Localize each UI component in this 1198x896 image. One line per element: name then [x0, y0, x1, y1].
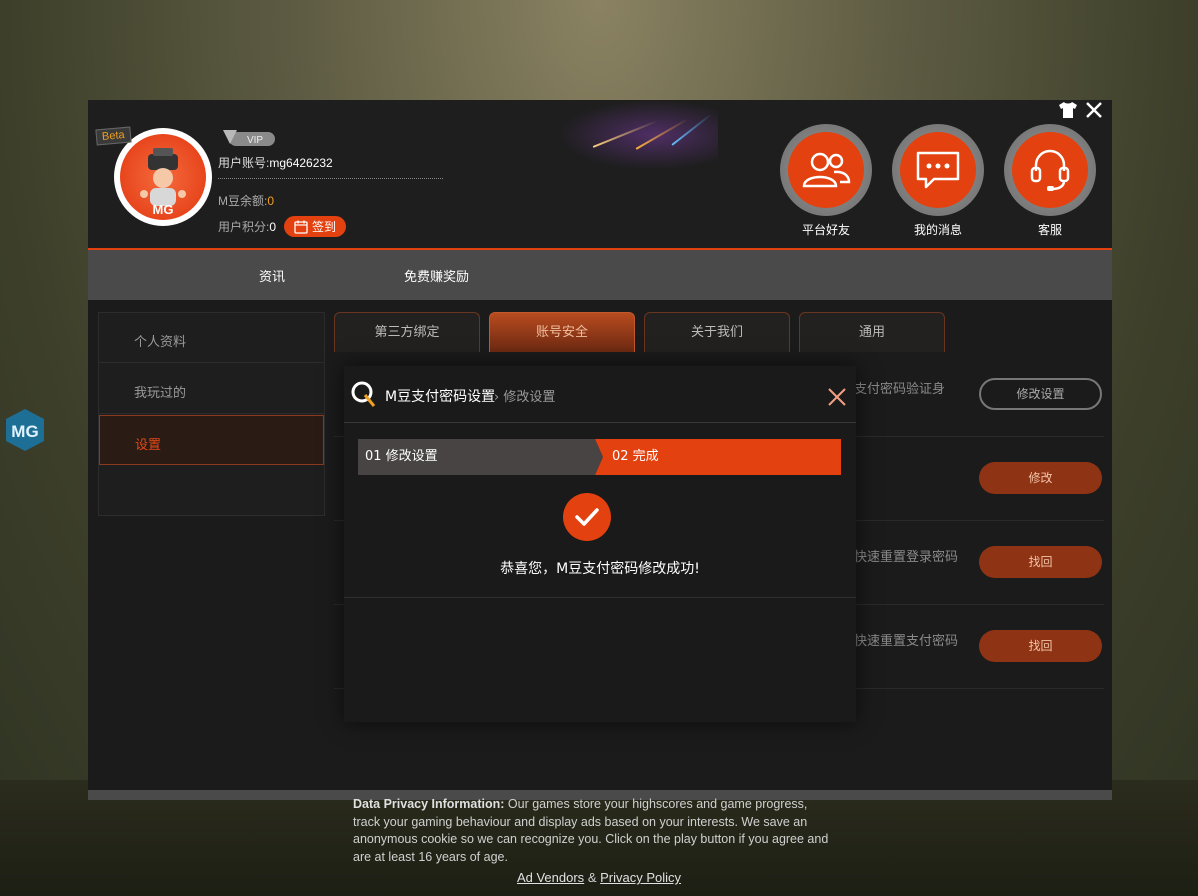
header-glow-decoration [558, 100, 718, 170]
points-label: 用户积分: [218, 220, 270, 234]
balance-label: M豆余额: [218, 194, 268, 208]
svg-text:MG: MG [153, 202, 174, 217]
dialog-breadcrumb: › 修改设置 [494, 390, 556, 405]
menu-item-settings[interactable]: 设置 [99, 415, 324, 465]
dialog-close-icon[interactable] [826, 386, 848, 408]
pay-password-dialog: M豆支付密码设置 › 修改设置 01 修改设置 02 完成 恭喜您，M豆支付密码… [344, 366, 856, 722]
left-menu: 个人资料 我玩过的 设置 [98, 312, 325, 516]
signin-button[interactable]: 签到 [284, 216, 346, 237]
row-description: 支付密码验证身 [854, 382, 946, 397]
row-description: 快速重置支付密码 [854, 634, 959, 649]
link-separator: & [587, 870, 597, 885]
shirt-icon[interactable] [1058, 101, 1078, 119]
support-label: 客服 [1037, 223, 1062, 237]
messages-button[interactable] [892, 124, 984, 216]
support-button[interactable] [1004, 124, 1096, 216]
window-controls [1058, 100, 1104, 120]
row-description: 快速重置登录密码 [854, 550, 959, 565]
points-value: 0 [269, 220, 277, 234]
headset-icon [1030, 149, 1070, 191]
q-logo-icon [351, 381, 376, 407]
tab-account-security[interactable]: 账号安全 [489, 312, 635, 352]
friends-icon [802, 152, 851, 188]
messages-label: 我的消息 [913, 223, 962, 237]
nav-item-news[interactable]: 资讯 [259, 266, 285, 285]
dialog-body: 01 修改设置 02 完成 恭喜您，M豆支付密码修改成功! [344, 422, 856, 598]
menu-item-profile[interactable]: 个人资料 [99, 313, 324, 363]
privacy-notice: Data Privacy Information: Our games stor… [353, 796, 833, 866]
close-icon[interactable] [1084, 100, 1104, 120]
friends-button[interactable] [780, 124, 872, 216]
step-1: 01 修改设置 [358, 439, 603, 475]
dialog-header: M豆支付密码设置 › 修改设置 [344, 366, 856, 423]
privacy-heading: Data Privacy Information: [353, 797, 505, 811]
avatar[interactable]: MG [114, 128, 212, 226]
svg-text:MG: MG [11, 422, 38, 441]
tab-about-us[interactable]: 关于我们 [644, 312, 790, 352]
step-2: 02 完成 [595, 439, 841, 475]
beta-badge: Beta [95, 126, 132, 146]
dialog-title: M豆支付密码设置 [385, 389, 496, 405]
success-message: 恭喜您，M豆支付密码修改成功! [500, 561, 700, 577]
privacy-policy-link[interactable]: Privacy Policy [600, 870, 681, 885]
checkmark-icon [575, 508, 599, 526]
friends-label: 平台好友 [801, 223, 850, 237]
signin-label: 签到 [311, 220, 336, 234]
menu-item-played[interactable]: 我玩过的 [99, 364, 324, 414]
balance-value: 0 [267, 194, 275, 208]
nav-item-rewards[interactable]: 免费赚奖励 [404, 266, 469, 285]
tab-general[interactable]: 通用 [799, 312, 945, 352]
privacy-links: Ad Vendors & Privacy Policy [0, 870, 1198, 885]
ad-vendors-link[interactable]: Ad Vendors [517, 870, 584, 885]
top-nav: 资讯 免费赚奖励 [88, 250, 1112, 300]
modify-settings-button[interactable]: 修改设置 [979, 378, 1102, 410]
mg-side-logo-icon[interactable]: MG [5, 408, 45, 452]
avatar-character-icon: MG [140, 148, 186, 217]
success-check [563, 493, 611, 541]
recover-pay-password-button[interactable]: 找回 [979, 630, 1102, 662]
tab-third-party[interactable]: 第三方绑定 [334, 312, 480, 352]
vip-badge-icon: VIP [223, 130, 275, 146]
calendar-icon [294, 220, 308, 234]
message-icon [916, 151, 960, 189]
modify-button[interactable]: 修改 [979, 462, 1102, 494]
svg-text:VIP: VIP [247, 135, 263, 146]
account-value: mg6426232 [269, 156, 333, 170]
recover-login-password-button[interactable]: 找回 [979, 546, 1102, 578]
divider [218, 178, 443, 179]
profile-header: MG Beta VIP 用户账号:mg6426232 M豆余额:0 用户积分:0 [88, 100, 1112, 250]
account-label: 用户账号: [218, 156, 270, 170]
